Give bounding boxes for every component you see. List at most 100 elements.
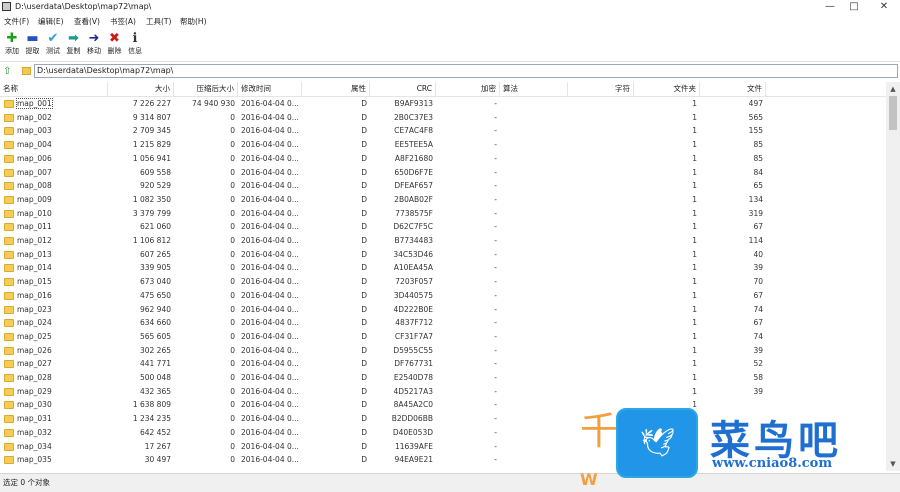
cell-folders: 1 bbox=[692, 359, 697, 369]
menu-tools[interactable]: 工具(T) bbox=[146, 16, 171, 27]
cell-crc: 7738575F bbox=[395, 208, 433, 218]
cell-files: 70 bbox=[753, 277, 763, 287]
table-row[interactable]: map_010 3 379 799 0 2016-04-04 0... D 7738575… bbox=[0, 207, 886, 221]
vertical-scrollbar[interactable]: ▲ ▼ bbox=[886, 82, 900, 471]
window-title: D:\userdata\Desktop\map72\map\ bbox=[15, 2, 152, 11]
cell-attributes: D bbox=[361, 414, 367, 424]
column-packed-size[interactable]: 压缩后大小 bbox=[174, 82, 238, 96]
menu-help[interactable]: 帮助(H) bbox=[180, 16, 207, 27]
cell-files: 67 bbox=[753, 290, 763, 300]
menu-file[interactable]: 文件(F) bbox=[4, 16, 29, 27]
column-attributes[interactable]: 属性 bbox=[302, 82, 370, 96]
cell-modified: 2016-04-04 0... bbox=[241, 126, 299, 136]
cell-attributes: D bbox=[361, 386, 367, 396]
cell-size: 302 265 bbox=[139, 345, 171, 355]
scroll-up-arrow-icon[interactable]: ▲ bbox=[886, 82, 900, 96]
cell-modified: 2016-04-04 0... bbox=[241, 249, 299, 259]
cell-attributes: D bbox=[361, 263, 367, 273]
cell-folders: 1 bbox=[692, 222, 697, 232]
cell-name: map_006 bbox=[17, 153, 52, 163]
address-input[interactable]: D:\userdata\Desktop\map72\map\ bbox=[34, 64, 898, 78]
cell-encrypted: - bbox=[494, 99, 497, 108]
cell-crc: B2DD06BB bbox=[391, 414, 433, 424]
column-modified[interactable]: 修改时间 bbox=[238, 82, 302, 96]
toolbar-info-button[interactable]: ℹ 信息 bbox=[123, 31, 147, 59]
table-row[interactable]: map_001 7 226 227 74 940 930 2016-04-04 0..… bbox=[0, 97, 886, 111]
cell-packed-size: 0 bbox=[230, 414, 235, 424]
table-row[interactable]: map_016 475 650 0 2016-04-04 0... D 3D440575 -… bbox=[0, 289, 886, 303]
table-row[interactable]: map_007 609 558 0 2016-04-04 0... D 650D6F7E -… bbox=[0, 166, 886, 180]
cell-size: 3 379 799 bbox=[132, 208, 171, 218]
column-encrypted[interactable]: 加密 bbox=[436, 82, 500, 96]
cell-crc: EE5TEE5A bbox=[394, 140, 433, 150]
table-row[interactable]: map_015 673 040 0 2016-04-04 0... D 7203F057 -… bbox=[0, 275, 886, 289]
maximize-button[interactable]: □ bbox=[840, 0, 868, 14]
table-row[interactable]: map_014 339 905 0 2016-04-04 0... D A10EA45A -… bbox=[0, 261, 886, 275]
scroll-down-arrow-icon[interactable]: ▼ bbox=[886, 457, 900, 471]
table-row[interactable]: map_008 920 529 0 2016-04-04 0... D DFEAF657 -… bbox=[0, 179, 886, 193]
cell-attributes: D bbox=[361, 304, 367, 314]
table-row[interactable]: map_027 441 771 0 2016-04-04 0... D DF767731 -… bbox=[0, 357, 886, 371]
table-row[interactable]: map_012 1 106 812 0 2016-04-04 0... D B773448… bbox=[0, 234, 886, 248]
column-files[interactable]: 文件 bbox=[700, 82, 766, 96]
cell-attributes: D bbox=[361, 400, 367, 410]
watermark-left-w: W bbox=[580, 470, 598, 489]
table-row[interactable]: map_026 302 265 0 2016-04-04 0... D D5955C55 -… bbox=[0, 344, 886, 358]
column-folders[interactable]: 文件夹 bbox=[634, 82, 700, 96]
menu-view[interactable]: 查看(V) bbox=[74, 16, 100, 27]
cell-packed-size: 0 bbox=[230, 263, 235, 273]
cell-attributes: D bbox=[361, 99, 367, 108]
table-row[interactable]: map_025 565 605 0 2016-04-04 0... D CF31F7A7 -… bbox=[0, 330, 886, 344]
table-row[interactable]: map_006 1 056 941 0 2016-04-04 0... D A8F2168… bbox=[0, 152, 886, 166]
table-row[interactable]: map_013 607 265 0 2016-04-04 0... D 34C53D46 -… bbox=[0, 248, 886, 262]
table-row[interactable]: map_028 500 048 0 2016-04-04 0... D E2540D78 -… bbox=[0, 371, 886, 385]
cell-crc: 11639AFE bbox=[394, 441, 433, 451]
cell-name: map_004 bbox=[17, 140, 52, 150]
menu-edit[interactable]: 编辑(E) bbox=[38, 16, 64, 27]
cell-encrypted: - bbox=[494, 386, 497, 396]
table-row[interactable]: map_023 962 940 0 2016-04-04 0... D 4D222B0E -… bbox=[0, 303, 886, 317]
cell-attributes: D bbox=[361, 249, 367, 259]
table-row[interactable]: map_011 621 060 0 2016-04-04 0... D D62C7F5C -… bbox=[0, 220, 886, 234]
cell-folders: 1 bbox=[692, 277, 697, 287]
scroll-thumb[interactable] bbox=[889, 96, 897, 130]
cell-files: 39 bbox=[753, 263, 763, 273]
column-size[interactable]: 大小 bbox=[108, 82, 174, 96]
cell-size: 607 265 bbox=[139, 249, 171, 259]
table-row[interactable]: map_004 1 215 829 0 2016-04-04 0... D EE5TEE5… bbox=[0, 138, 886, 152]
table-row[interactable]: map_003 2 709 345 0 2016-04-04 0... D CE7AC4F… bbox=[0, 124, 886, 138]
cell-packed-size: 0 bbox=[230, 153, 235, 163]
folder-icon bbox=[4, 264, 14, 273]
cell-packed-size: 0 bbox=[230, 194, 235, 204]
cell-modified: 2016-04-04 0... bbox=[241, 167, 299, 177]
cell-modified: 2016-04-04 0... bbox=[241, 373, 299, 382]
cell-attributes: D bbox=[361, 126, 367, 136]
cell-folders: 1 bbox=[692, 140, 697, 150]
menu-bookmarks[interactable]: 书签(A) bbox=[110, 16, 136, 27]
cell-name: map_001 bbox=[14, 97, 108, 110]
cell-files: 114 bbox=[748, 236, 763, 245]
cell-name: map_002 bbox=[17, 112, 52, 122]
close-button[interactable]: ✕ bbox=[870, 0, 898, 14]
table-row[interactable]: map_029 432 365 0 2016-04-04 0... D 4D5217A3 -… bbox=[0, 385, 886, 399]
cell-encrypted: - bbox=[494, 277, 497, 287]
cell-attributes: D bbox=[361, 290, 367, 300]
table-row[interactable]: map_002 9 314 807 0 2016-04-04 0... D 2B0C37E… bbox=[0, 111, 886, 125]
cell-name: map_024 bbox=[17, 318, 52, 328]
column-crc[interactable]: CRC bbox=[370, 82, 436, 96]
up-folder-icon[interactable]: ⇧ bbox=[3, 66, 13, 77]
cell-crc: A10EA45A bbox=[393, 263, 433, 273]
column-method[interactable]: 算法 bbox=[500, 82, 568, 96]
cell-attributes: D bbox=[361, 373, 367, 382]
cell-encrypted: - bbox=[494, 427, 497, 437]
column-characteristics[interactable]: 字符 bbox=[568, 82, 634, 96]
folder-icon bbox=[4, 305, 14, 314]
cell-attributes: D bbox=[361, 345, 367, 355]
table-row[interactable]: map_009 1 082 350 0 2016-04-04 0... D 2B0AB02… bbox=[0, 193, 886, 207]
table-row[interactable]: map_024 634 660 0 2016-04-04 0... D 4837F712 -… bbox=[0, 316, 886, 330]
folder-icon bbox=[4, 332, 14, 341]
cell-size: 2 709 345 bbox=[132, 126, 171, 136]
cell-encrypted: - bbox=[494, 236, 497, 245]
column-name[interactable]: 名称 bbox=[0, 82, 108, 96]
cell-modified: 2016-04-04 0... bbox=[241, 290, 299, 300]
